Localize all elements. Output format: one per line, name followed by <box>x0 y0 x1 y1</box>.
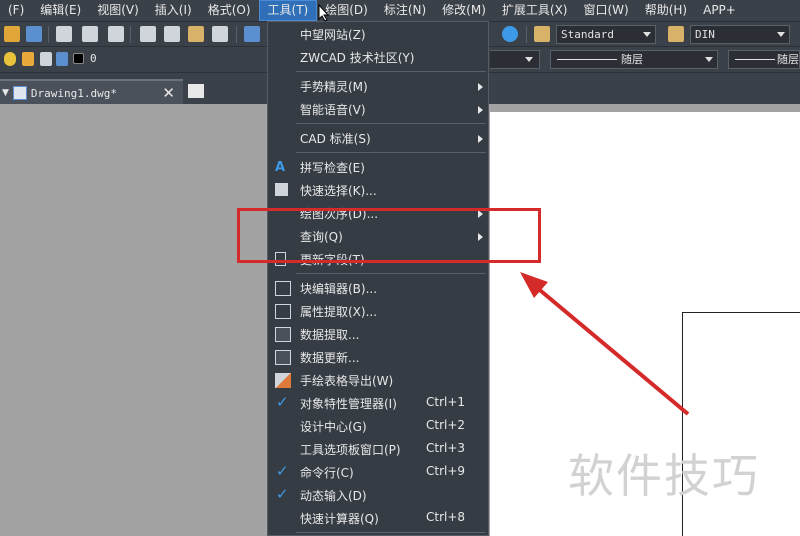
layer-on-icon[interactable] <box>4 52 16 66</box>
chevron-down-icon <box>525 57 533 62</box>
dwg-file-icon <box>12 86 27 100</box>
dim-style-icon[interactable] <box>668 26 684 42</box>
menu-item-data-update[interactable]: 数据更新... <box>268 346 488 369</box>
layer-viewport-icon[interactable] <box>40 52 52 66</box>
text-style-icon[interactable] <box>534 26 550 42</box>
spell-check-icon: A <box>275 160 286 175</box>
data-update-icon <box>275 350 291 365</box>
menu-item-quick-calculator[interactable]: 快速计算器(Q) Ctrl+8 <box>268 507 488 530</box>
print-preview-icon[interactable] <box>82 26 98 42</box>
text-style-value: Standard <box>561 28 614 41</box>
print-icon[interactable] <box>56 26 72 42</box>
menu-separator <box>296 71 486 72</box>
quick-select-icon <box>275 183 288 196</box>
save-icon[interactable] <box>26 26 42 42</box>
layer-name: 0 <box>90 52 97 65</box>
menu-separator <box>296 152 486 153</box>
submenu-arrow-icon <box>478 83 483 91</box>
undo-icon[interactable] <box>244 26 260 42</box>
menu-item-tool-palettes[interactable]: 工具选项板窗口(P) Ctrl+3 <box>268 438 488 461</box>
menu-help[interactable]: 帮助(H) <box>637 0 695 21</box>
chevron-down-icon <box>705 57 713 62</box>
menu-item-properties-manager[interactable]: ✓ 对象特性管理器(I) Ctrl+1 <box>268 392 488 415</box>
highlight-box <box>237 208 541 263</box>
chevron-down-icon <box>777 32 785 37</box>
menu-item-cad-standards[interactable]: CAD 标准(S) <box>268 127 488 150</box>
menu-separator <box>296 273 486 274</box>
checkmark-icon: ✓ <box>276 393 289 411</box>
data-extraction-icon <box>275 327 291 342</box>
menu-format[interactable]: 格式(O) <box>200 0 259 21</box>
chevron-down-icon <box>643 32 651 37</box>
linetype-select[interactable]: 随层 <box>550 50 718 69</box>
layer-lock-icon[interactable] <box>56 52 68 66</box>
open-icon[interactable] <box>4 26 20 42</box>
lineweight-select[interactable]: 随层 <box>728 50 800 69</box>
menu-file[interactable]: (F) <box>0 0 32 21</box>
menubar: (F) 编辑(E) 视图(V) 插入(I) 格式(O) 工具(T) 绘图(D) … <box>0 0 800 21</box>
dim-style-select[interactable]: DIN <box>690 25 790 44</box>
menu-item-attribute-extract[interactable]: 属性提取(X)... <box>268 300 488 323</box>
menu-item-hand-drawn-table-export[interactable]: 手绘表格导出(W) <box>268 369 488 392</box>
checkmark-icon: ✓ <box>276 485 289 503</box>
menu-app-plus[interactable]: APP+ <box>695 0 744 21</box>
linetype-preview <box>557 59 617 60</box>
help-icon[interactable] <box>502 26 518 42</box>
layer-select-arrow[interactable] <box>490 50 540 69</box>
attribute-extract-icon <box>275 304 291 319</box>
copy-icon[interactable] <box>164 26 180 42</box>
match-properties-icon[interactable] <box>212 26 228 42</box>
menu-item-tech-community[interactable]: ZWCAD 技术社区(Y) <box>268 46 488 69</box>
document-tab-label: Drawing1.dwg* <box>30 86 118 100</box>
menu-item-dynamic-input[interactable]: ✓ 动态输入(D) <box>268 484 488 507</box>
lineweight-value: 随层 <box>777 53 799 66</box>
watermark-text: 软件技巧 <box>568 449 760 503</box>
layer-color-swatch[interactable] <box>73 53 84 64</box>
checkmark-icon: ✓ <box>276 462 289 480</box>
submenu-arrow-icon <box>478 135 483 143</box>
tools-menu-dropdown: 中望网站(Z) ZWCAD 技术社区(Y) 手势精灵(M) 智能语音(V) CA… <box>267 21 489 536</box>
menu-item-gesture-wizard[interactable]: 手势精灵(M) <box>268 75 488 98</box>
menu-view[interactable]: 视图(V) <box>89 0 147 21</box>
mouse-cursor-icon <box>318 4 330 22</box>
menu-item-quick-select[interactable]: 快速选择(K)... <box>268 179 488 202</box>
tab-menu-icon[interactable]: ▼ <box>2 88 9 98</box>
text-style-select[interactable]: Standard <box>556 25 656 44</box>
submenu-arrow-icon <box>478 106 483 114</box>
menu-window[interactable]: 窗口(W) <box>575 0 636 21</box>
menu-separator <box>296 123 486 124</box>
lineweight-preview <box>735 59 775 60</box>
menu-item-spell-check[interactable]: A 拼写检查(E) <box>268 156 488 179</box>
menu-item-design-center[interactable]: 设计中心(G) Ctrl+2 <box>268 415 488 438</box>
table-export-icon <box>275 373 291 388</box>
cut-icon[interactable] <box>140 26 156 42</box>
menu-modify[interactable]: 修改(M) <box>434 0 494 21</box>
menu-separator <box>296 532 486 533</box>
new-tab-icon[interactable] <box>188 84 204 98</box>
menu-extension-tools[interactable]: 扩展工具(X) <box>494 0 576 21</box>
menu-tools[interactable]: 工具(T) <box>258 0 318 21</box>
layer-freeze-icon[interactable] <box>22 52 34 66</box>
linetype-value: 随层 <box>621 53 643 66</box>
dim-style-value: DIN <box>695 28 715 41</box>
menu-insert[interactable]: 插入(I) <box>147 0 200 21</box>
document-tab[interactable]: ▼ Drawing1.dwg* ✕ <box>0 79 183 105</box>
menu-item-command-line[interactable]: ✓ 命令行(C) Ctrl+9 <box>268 461 488 484</box>
close-icon[interactable]: ✕ <box>162 84 175 102</box>
block-editor-icon <box>275 281 291 296</box>
menu-item-data-extraction[interactable]: 数据提取... <box>268 323 488 346</box>
plot-icon[interactable] <box>108 26 124 42</box>
menu-item-block-editor[interactable]: 块编辑器(B)... <box>268 277 488 300</box>
menu-edit[interactable]: 编辑(E) <box>32 0 89 21</box>
paste-icon[interactable] <box>188 26 204 42</box>
menu-item-zwcad-website[interactable]: 中望网站(Z) <box>268 23 488 46</box>
menu-item-smart-voice[interactable]: 智能语音(V) <box>268 98 488 121</box>
menu-dimension[interactable]: 标注(N) <box>376 0 434 21</box>
